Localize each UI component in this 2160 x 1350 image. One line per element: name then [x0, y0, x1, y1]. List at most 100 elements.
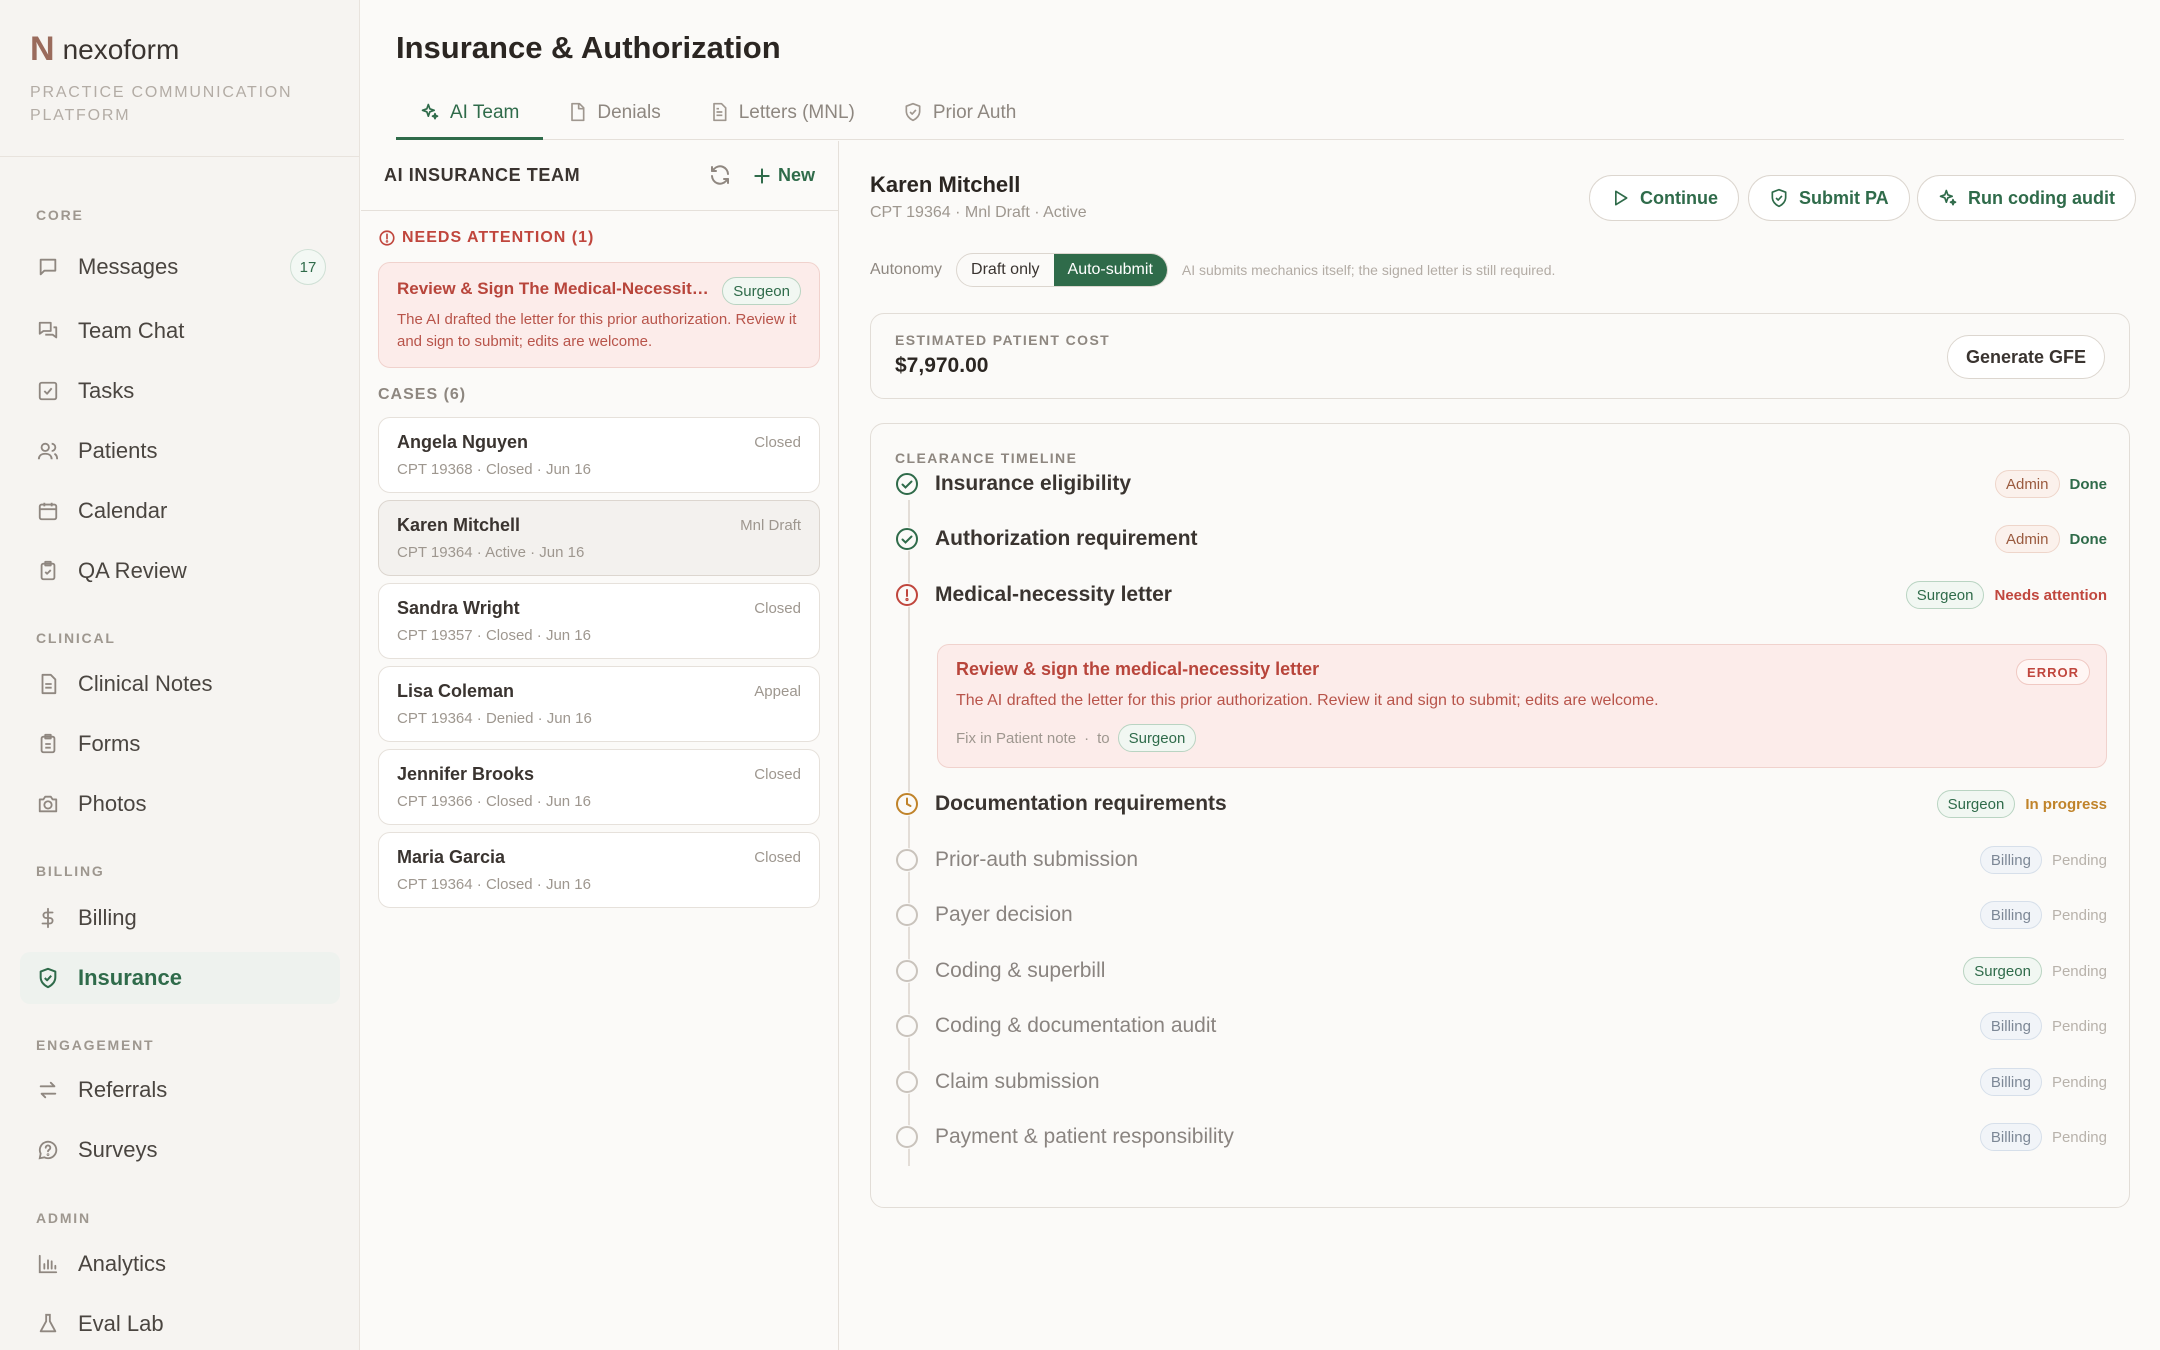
tab-ai-team[interactable]: AI Team	[396, 96, 544, 140]
step-status: Pending	[2051, 1128, 2107, 1146]
case-meta: CPT 19357 · Closed · Jun 16	[397, 627, 591, 644]
step-title: Authorization requirement	[935, 527, 1198, 550]
timeline-step-documentation-requirements[interactable]: Documentation requirements Surgeon In pr…	[895, 784, 2107, 824]
sidebar-divider	[0, 156, 359, 157]
refresh-icon[interactable]	[708, 163, 734, 189]
tab-prior-auth[interactable]: Prior Auth	[879, 96, 1040, 140]
fix-in-patient-note-link[interactable]: Fix in Patient note	[956, 730, 1076, 747]
role-chip: Surgeon	[1905, 581, 1985, 609]
timeline-step-payer-decision[interactable]: Payer decision Billing Pending	[895, 895, 2107, 935]
users-icon	[36, 439, 60, 463]
case-card-sandra-wright[interactable]: Sandra Wright CPT 19357 · Closed · Jun 1…	[378, 583, 820, 659]
page-title: Insurance & Authorization	[396, 30, 781, 65]
sidebar-item-referrals[interactable]: Referrals	[20, 1064, 340, 1116]
sidebar-item-surveys[interactable]: Surveys	[20, 1124, 340, 1176]
timeline-step-coding-documentation-audit[interactable]: Coding & documentation audit Billing Pen…	[895, 1006, 2107, 1046]
submit-pa-button[interactable]: Submit PA	[1748, 175, 1910, 221]
role-chip: Surgeon	[1936, 790, 2016, 818]
step-title: Prior-auth submission	[935, 848, 1139, 871]
case-card-maria-garcia[interactable]: Maria Garcia CPT 19364 · Closed · Jun 16…	[378, 832, 820, 908]
sidebar-item-label: Messages	[78, 254, 179, 279]
run-coding-audit-label: Run coding audit	[1968, 187, 2115, 208]
role-chip: Surgeon	[1117, 724, 1197, 752]
case-card-angela-nguyen[interactable]: Angela Nguyen CPT 19368 · Closed · Jun 1…	[378, 417, 820, 493]
sparkles-icon	[420, 102, 440, 122]
sidebar-item-team-chat[interactable]: Team Chat	[20, 305, 340, 357]
empty-circle-icon	[895, 1125, 919, 1149]
sidebar-item-label: Eval Lab	[78, 1311, 164, 1336]
checkbox-icon	[36, 379, 60, 403]
autonomy-draft-only[interactable]: Draft only	[957, 254, 1053, 286]
sidebar-item-insurance[interactable]: Insurance	[20, 952, 340, 1004]
step-title: Claim submission	[935, 1070, 1100, 1093]
new-case-button[interactable]: New	[752, 165, 815, 186]
step-title: Medical-necessity letter	[935, 583, 1172, 606]
sidebar-item-calendar[interactable]: Calendar	[20, 485, 340, 537]
autonomy-toggle: Draft only Auto-submit	[956, 253, 1168, 287]
role-chip: Surgeon	[1963, 957, 2042, 985]
step-status: Done	[2069, 475, 2108, 493]
role-chip: Billing	[1979, 1068, 2042, 1096]
generate-gfe-button[interactable]: Generate GFE	[1946, 335, 2105, 379]
sidebar-item-messages[interactable]: Messages 17	[20, 241, 340, 293]
timeline-step-claim-submission[interactable]: Claim submission Billing Pending	[895, 1062, 2107, 1102]
attention-card[interactable]: Review & Sign The Medical-Necessity Lett…	[378, 262, 820, 368]
sidebar-item-label: Tasks	[78, 378, 135, 403]
case-meta: CPT 19366 · Closed · Jun 16	[397, 793, 591, 810]
error-badge: ERROR	[2016, 659, 2090, 685]
tab-label: Denials	[597, 102, 661, 123]
sidebar-item-photos[interactable]: Photos	[20, 778, 340, 830]
section-label-admin: ADMIN	[36, 1210, 91, 1226]
tab-letters-mnl[interactable]: Letters (MNL)	[685, 96, 879, 140]
continue-label: Continue	[1640, 187, 1718, 208]
sidebar-item-billing[interactable]: Billing	[20, 892, 340, 944]
to-label: to	[1097, 729, 1110, 747]
case-card-lisa-coleman[interactable]: Lisa Coleman CPT 19364 · Denied · Jun 16…	[378, 666, 820, 742]
case-card-jennifer-brooks[interactable]: Jennifer Brooks CPT 19366 · Closed · Jun…	[378, 749, 820, 825]
file-text-icon	[709, 102, 729, 122]
case-card-karen-mitchell[interactable]: Karen Mitchell CPT 19364 · Active · Jun …	[378, 500, 820, 576]
sidebar-item-tasks[interactable]: Tasks	[20, 365, 340, 417]
sidebar-item-forms[interactable]: Forms	[20, 718, 340, 770]
sidebar-item-analytics[interactable]: Analytics	[20, 1238, 340, 1290]
step-status: Pending	[2051, 1017, 2107, 1035]
tab-label: Prior Auth	[932, 102, 1017, 123]
sidebar-item-clinical-notes[interactable]: Clinical Notes	[20, 658, 340, 710]
step-title: Documentation requirements	[935, 792, 1227, 815]
case-meta: CPT 19368 · Closed · Jun 16	[397, 461, 591, 478]
case-status: Closed	[754, 849, 801, 866]
sidebar-item-label: Clinical Notes	[78, 671, 213, 696]
autonomy-auto-submit[interactable]: Auto-submit	[1053, 254, 1167, 286]
brand-logo: N	[30, 30, 55, 68]
case-meta: CPT 19364 · Denied · Jun 16	[397, 710, 592, 727]
shield-check-icon	[903, 102, 923, 122]
cost-value: $7,970.00	[895, 354, 989, 377]
step-title: Coding & documentation audit	[935, 1014, 1217, 1037]
role-chip: Billing	[1979, 1012, 2042, 1040]
cases-label: CASES (6)	[378, 386, 467, 403]
tab-denials[interactable]: Denials	[543, 96, 684, 140]
run-coding-audit-button[interactable]: Run coding audit	[1917, 175, 2136, 221]
flask-icon	[36, 1312, 60, 1336]
sparkles-icon	[1938, 188, 1958, 208]
section-label-engagement: ENGAGEMENT	[36, 1037, 155, 1053]
unread-count-badge: 17	[290, 249, 326, 285]
sidebar-item-qa-review[interactable]: QA Review	[20, 545, 340, 597]
case-meta: CPT 19364 · Closed · Jun 16	[397, 876, 591, 893]
chat-bubbles-icon	[36, 319, 60, 343]
timeline-step-authorization-requirement[interactable]: Authorization requirement Admin Done	[895, 519, 2107, 559]
document-lines-icon	[36, 672, 60, 696]
timeline-step-payment-patient-responsibility[interactable]: Payment & patient responsibility Billing…	[895, 1117, 2107, 1157]
error-title: Review & sign the medical-necessity lett…	[956, 659, 1320, 679]
timeline-step-prior-auth-submission[interactable]: Prior-auth submission Billing Pending	[895, 840, 2107, 880]
attention-title: Review & Sign The Medical-Necessity Lett…	[397, 279, 715, 298]
timeline-step-insurance-eligibility[interactable]: Insurance eligibility Admin Done	[895, 464, 2107, 504]
sidebar-item-patients[interactable]: Patients	[20, 425, 340, 477]
timeline-step-coding-superbill[interactable]: Coding & superbill Surgeon Pending	[895, 951, 2107, 991]
continue-button[interactable]: Continue	[1589, 175, 1739, 221]
case-status: Closed	[754, 434, 801, 451]
submit-pa-label: Submit PA	[1799, 187, 1889, 208]
sidebar-item-eval-lab[interactable]: Eval Lab	[20, 1298, 340, 1350]
timeline-step-medical-necessity-letter[interactable]: Medical-necessity letter Surgeon Needs a…	[895, 575, 2107, 615]
case-name: Jennifer Brooks	[397, 764, 535, 784]
